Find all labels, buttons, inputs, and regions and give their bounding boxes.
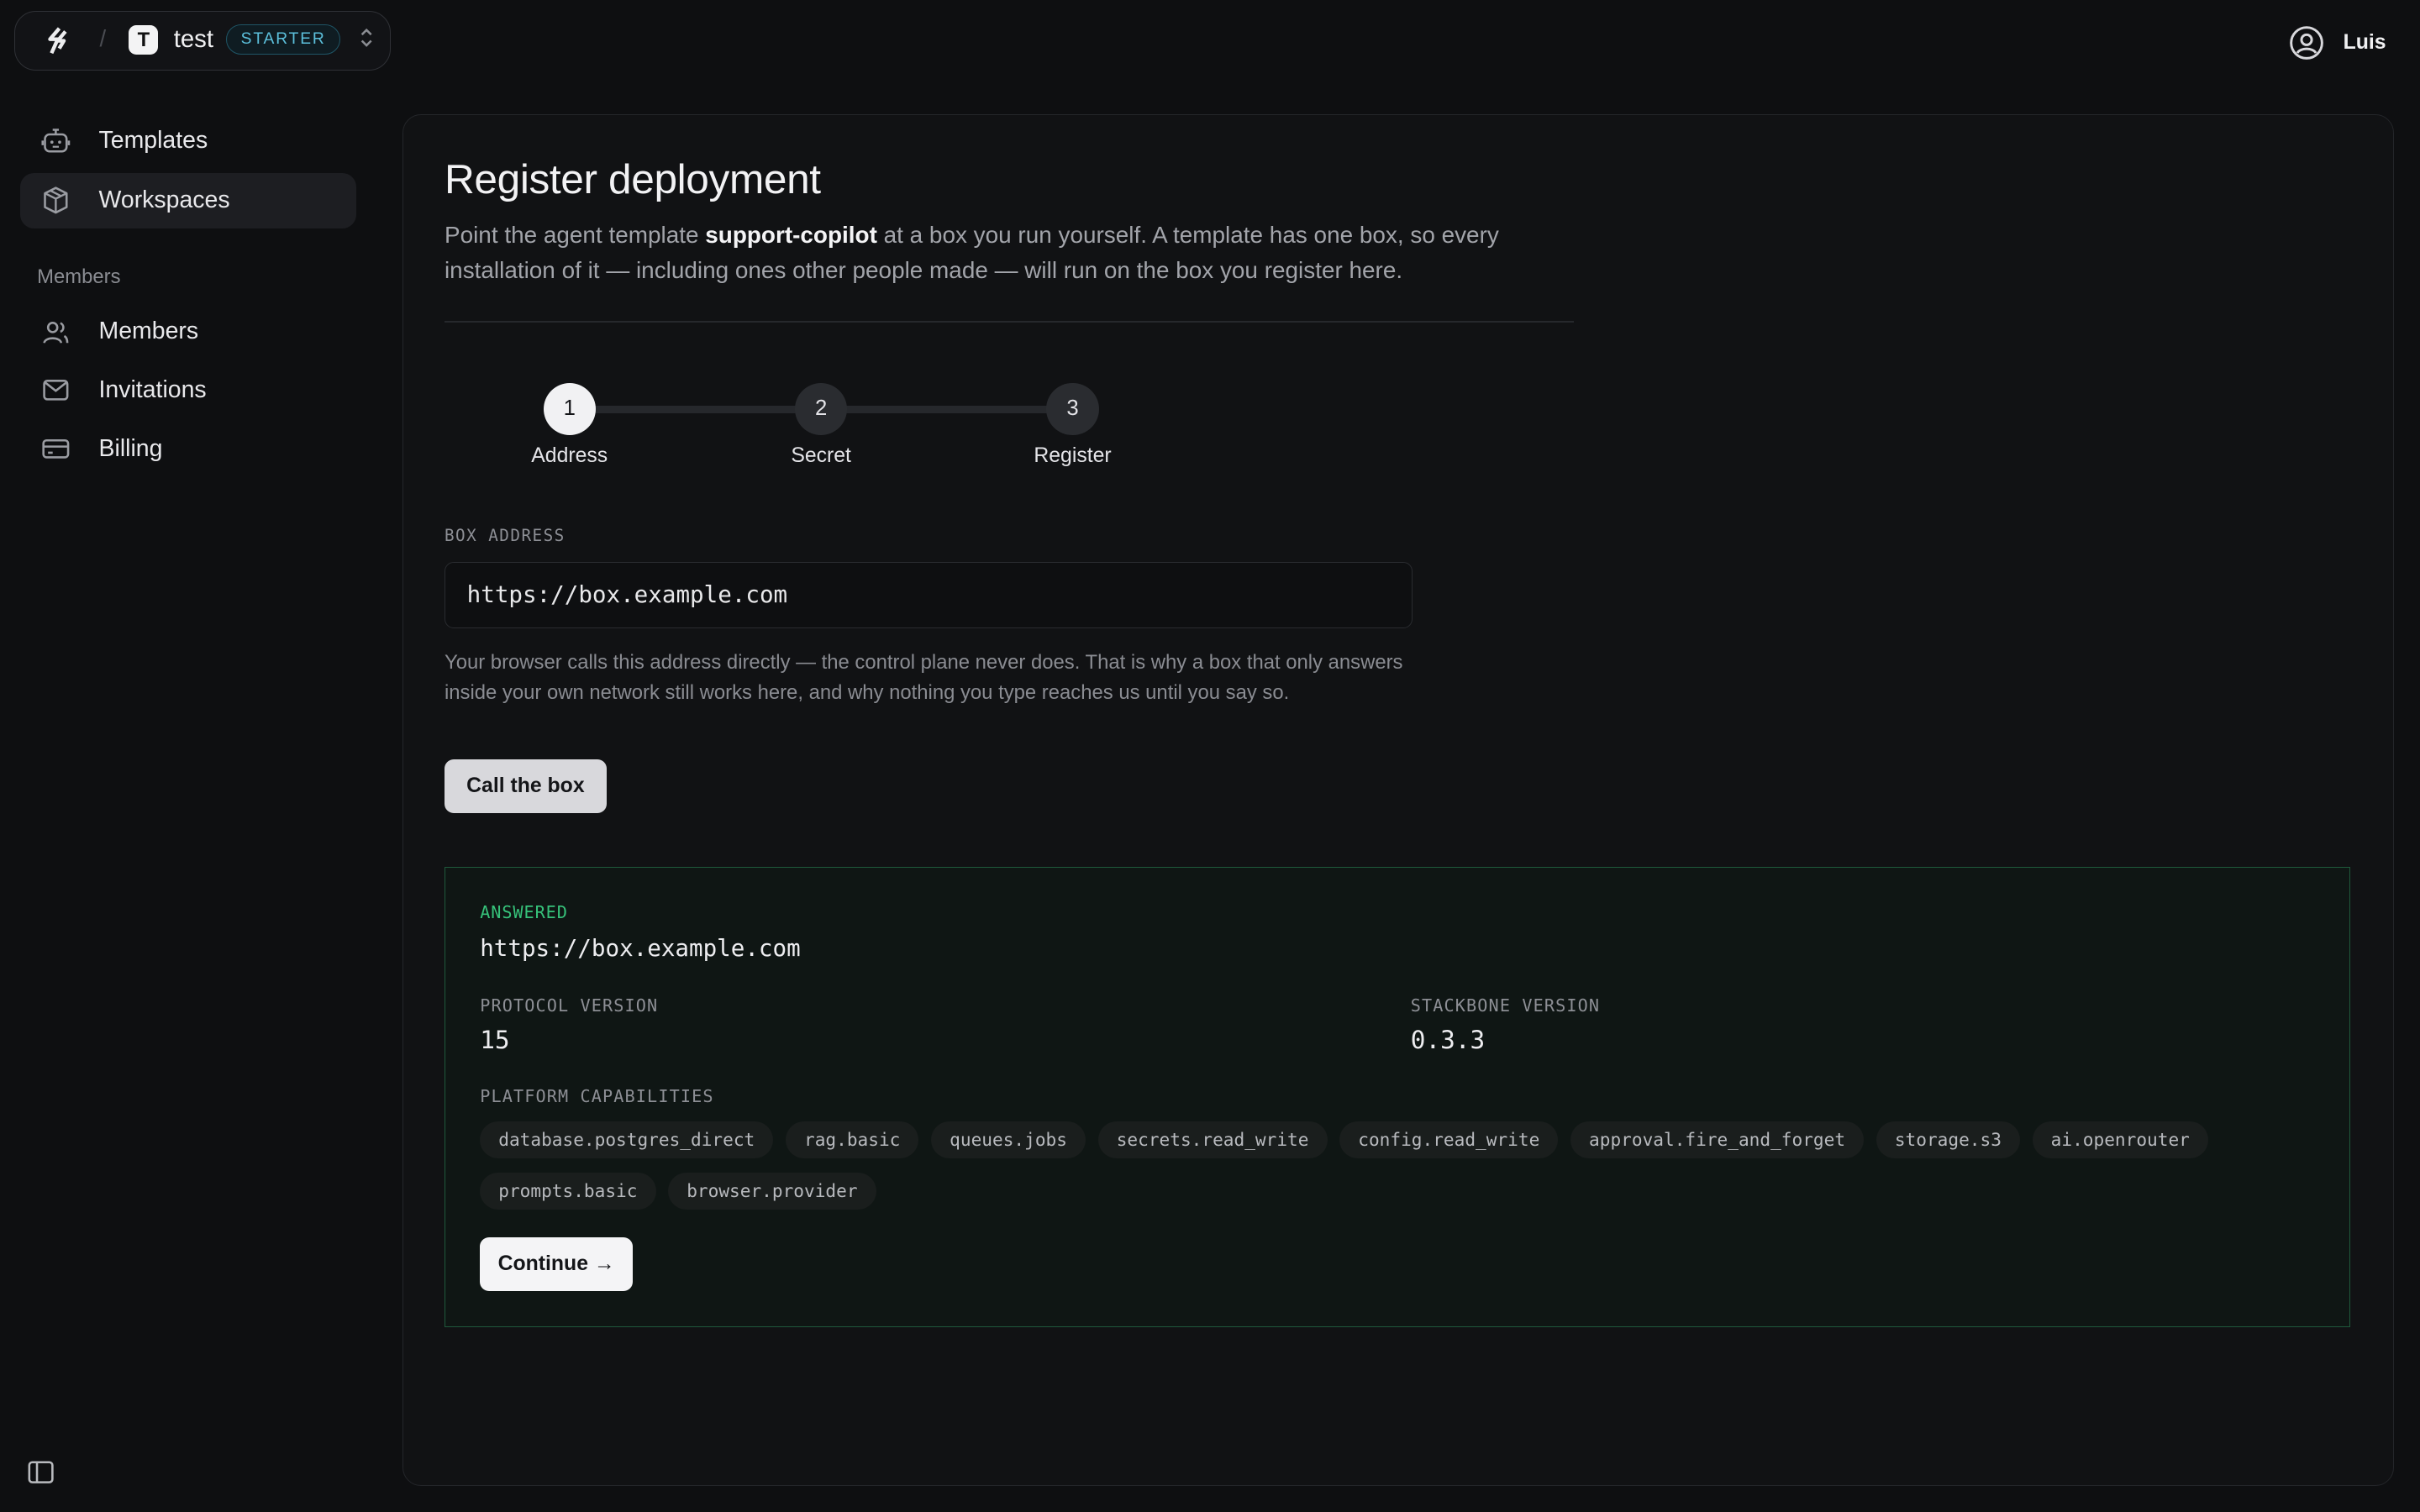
sidebar-item-invitations[interactable]: Invitations [20, 363, 356, 418]
step-connector [594, 406, 798, 414]
call-box-button[interactable]: Call the box [444, 759, 607, 813]
step-3-indicator: 3 [1046, 382, 1099, 435]
status-badge: ANSWERED [480, 902, 568, 923]
workspace-name: test [173, 25, 214, 54]
step-1-label: Address [531, 444, 608, 467]
sidebar-item-label: Workspaces [98, 186, 230, 214]
sidebar-item-workspaces[interactable]: Workspaces [19, 172, 357, 228]
continue-button[interactable]: Continue → [480, 1237, 634, 1292]
users-icon [43, 321, 69, 344]
separator: / [99, 25, 107, 52]
credit-card-icon [42, 439, 70, 459]
capability-tag: prompts.basic [480, 1172, 656, 1210]
user-menu[interactable]: Luis [2288, 24, 2386, 61]
stackbone-version-label: STACKBONE VERSION [1410, 995, 1601, 1016]
capability-tag: storage.s3 [1876, 1121, 2020, 1159]
sidebar-item-label: Templates [98, 126, 208, 154]
workspace-switcher[interactable]: / T test STARTER [13, 10, 391, 71]
robot-icon [41, 128, 71, 153]
plan-badge: STARTER [226, 24, 341, 55]
step-connector [844, 406, 1049, 414]
template-name: support-copilot [705, 221, 877, 248]
capability-tag: queues.jobs [931, 1121, 1086, 1159]
logo-icon [48, 27, 67, 55]
box-address-label: BOX ADDRESS [444, 526, 566, 546]
capabilities-label: PLATFORM CAPABILITIES [480, 1086, 714, 1107]
box-icon [43, 186, 68, 214]
capability-tag: ai.openrouter [2032, 1121, 2208, 1159]
stackbone-version-value: 0.3.3 [1410, 1026, 1486, 1055]
app-root: / T test STARTER Luis Templates Workspac… [0, 0, 2420, 1512]
mail-icon [43, 380, 69, 401]
sidebar-item-templates[interactable]: Templates [20, 113, 356, 168]
step-3-label: Register [1034, 444, 1112, 467]
protocol-version-value: 15 [480, 1026, 510, 1055]
box-address-input[interactable] [444, 561, 1413, 628]
divider [444, 321, 1575, 323]
sidebar-item-label: Members [98, 318, 199, 345]
capability-tag: config.read_write [1339, 1121, 1559, 1159]
page-title: Register deployment [444, 155, 821, 202]
capability-tag: browser.provider [668, 1172, 876, 1210]
capability-tag: secrets.read_write [1097, 1121, 1328, 1159]
step-1-indicator: 1 [543, 382, 596, 435]
user-name: Luis [2343, 31, 2386, 55]
capability-tag: database.postgres_direct [480, 1121, 774, 1159]
sidebar-item-label: Invitations [98, 376, 207, 404]
capabilities-list: database.postgres_direct rag.basic queue… [480, 1121, 2324, 1210]
workspace-avatar: T [129, 25, 159, 55]
step-2-label: Secret [791, 444, 851, 467]
sidebar-toggle-icon[interactable] [28, 1460, 54, 1484]
page-description: Point the agent template support-copilot… [444, 221, 1499, 284]
sidebar-item-label: Billing [98, 434, 163, 462]
chevron-up-down-icon[interactable] [359, 27, 374, 49]
capability-tag: rag.basic [785, 1121, 919, 1159]
user-circle-icon [2289, 26, 2323, 60]
step-2-indicator: 2 [794, 382, 848, 435]
capability-tag: approval.fire_and_forget [1570, 1121, 1865, 1159]
sidebar-item-members[interactable]: Members [20, 304, 356, 360]
protocol-version-label: PROTOCOL VERSION [480, 995, 659, 1016]
help-text: Your browser calls this address directly… [444, 651, 1403, 705]
sidebar-item-billing[interactable]: Billing [20, 421, 356, 476]
answered-url: https://box.example.com [480, 935, 801, 963]
sidebar-section-members: Members [37, 265, 121, 288]
